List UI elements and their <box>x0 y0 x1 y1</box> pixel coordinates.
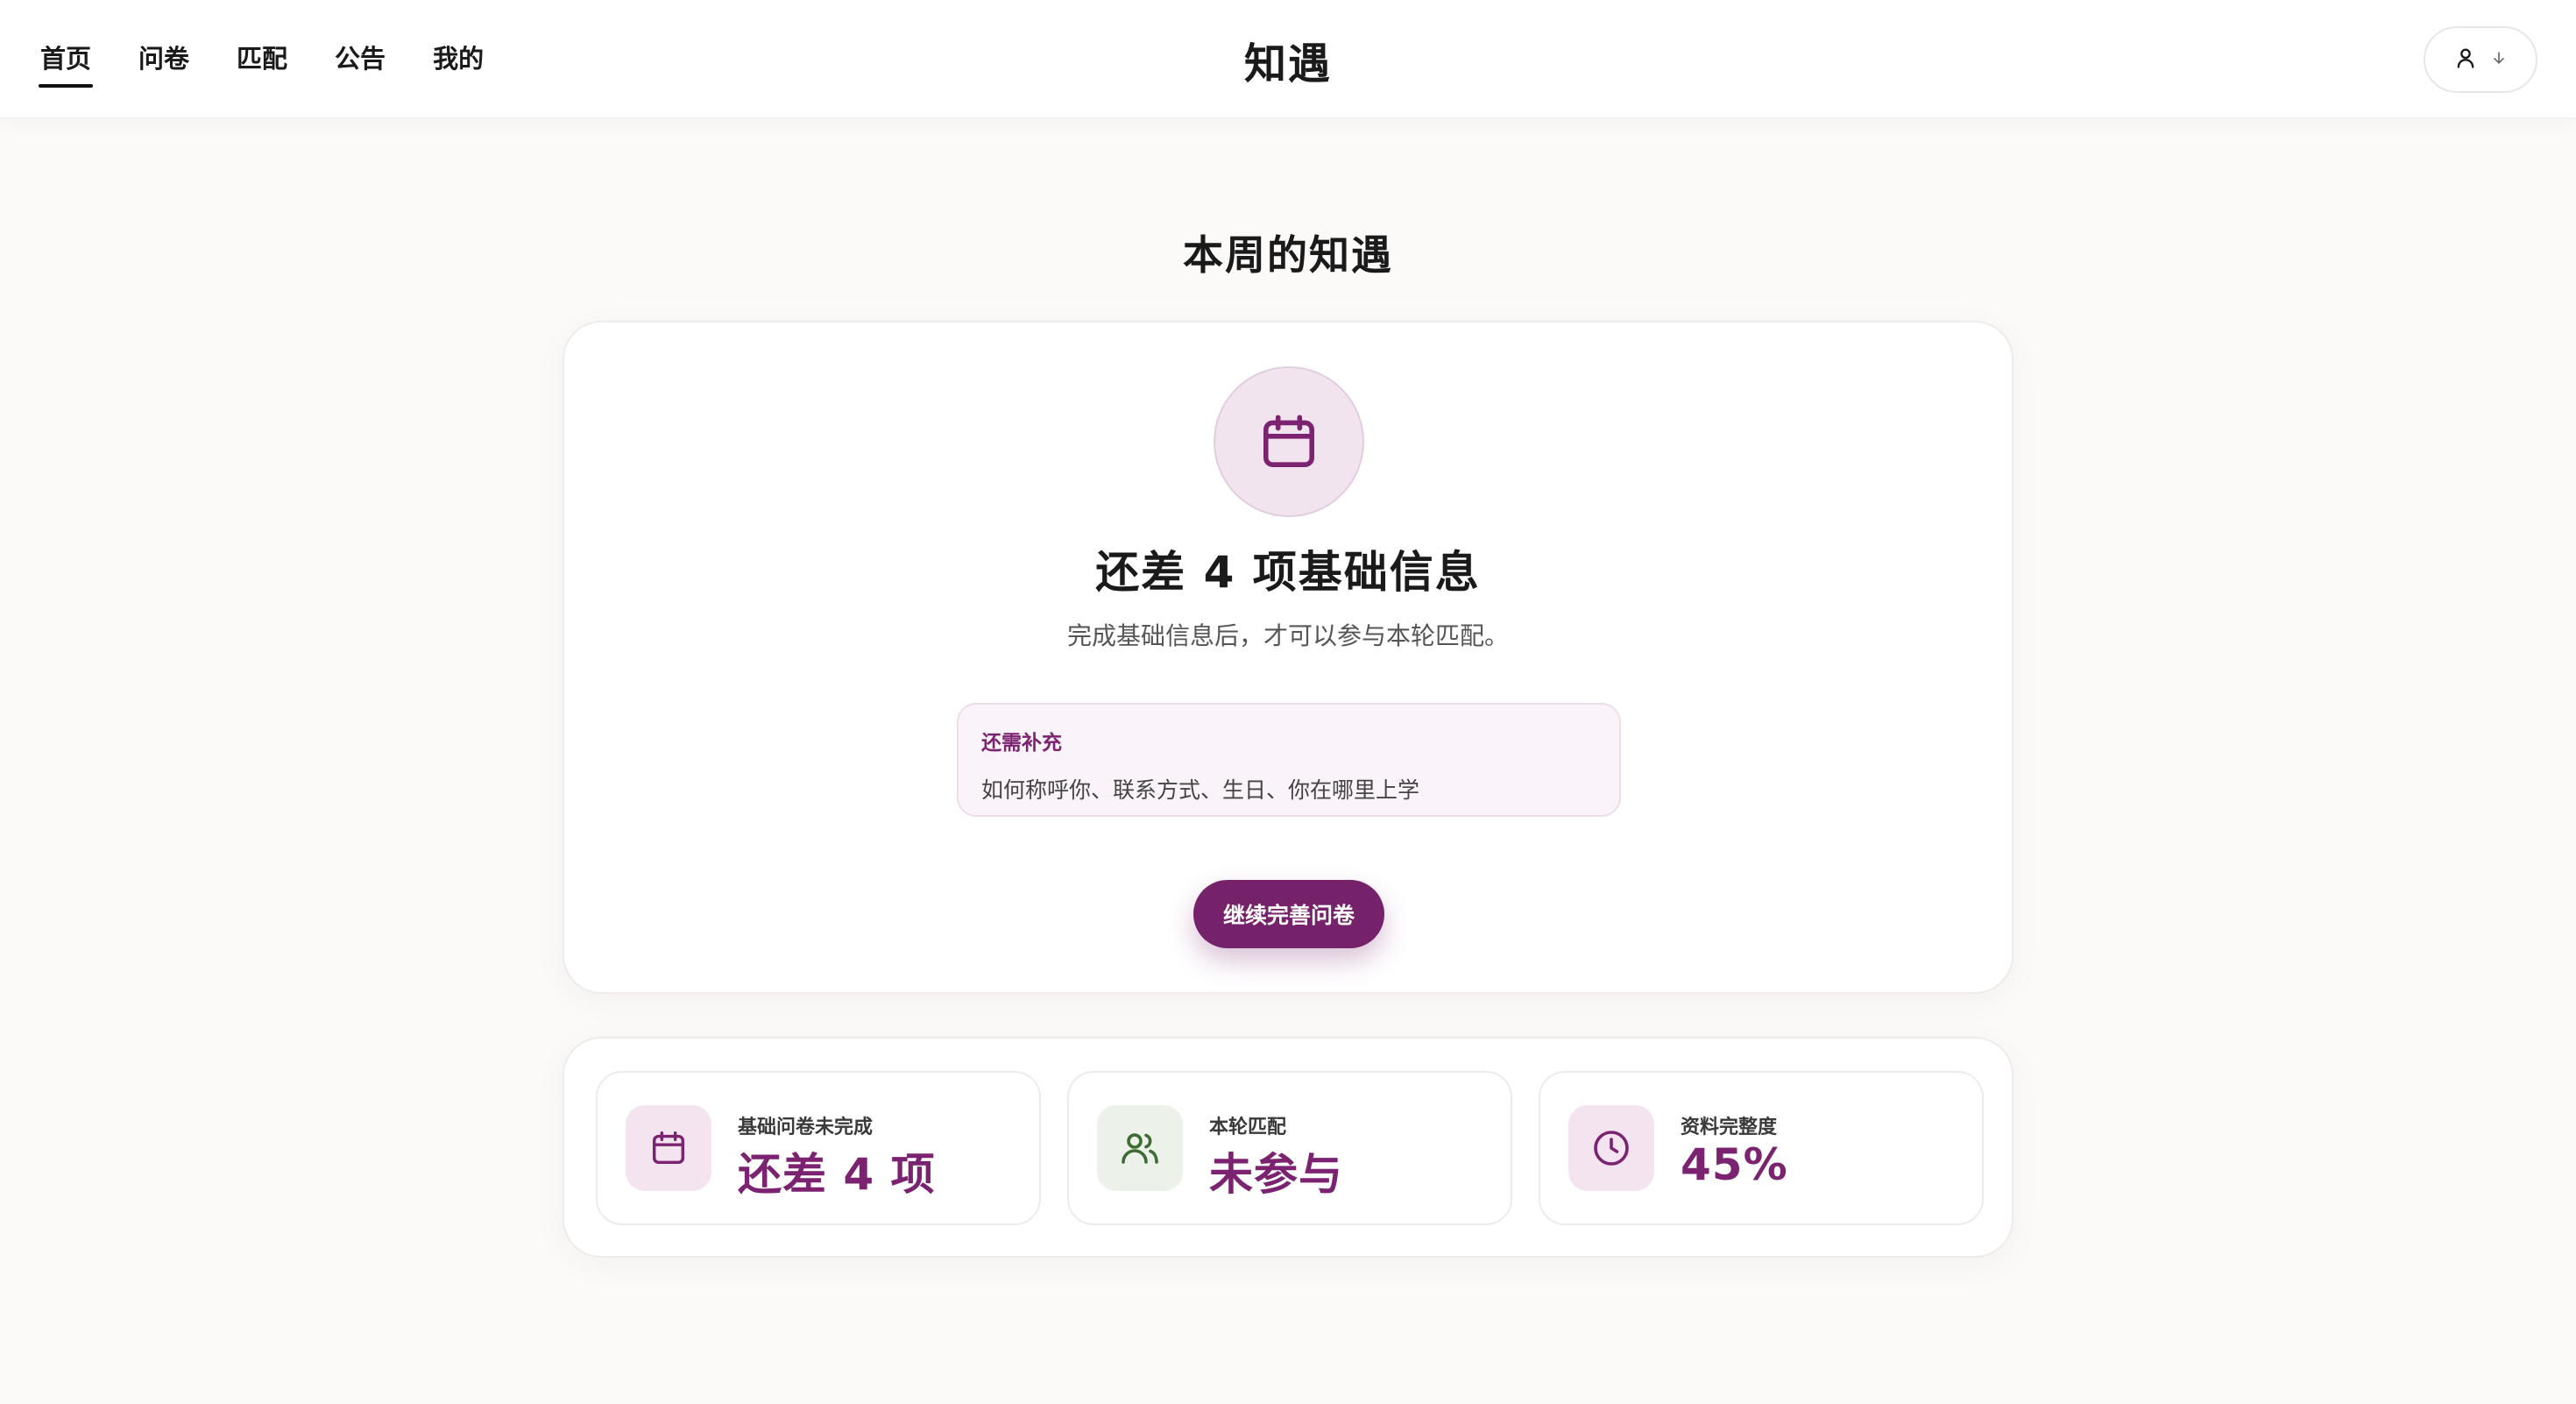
stat-profile-completeness: 资料完整度 45% <box>1539 1071 1984 1225</box>
missing-info-items: 如何称呼你、联系方式、生日、你在哪里上学 <box>981 777 1420 803</box>
top-header: 首页 问卷 匹配 公告 我的 知遇 <box>0 0 2576 118</box>
status-card: 还差 4 项基础信息 完成基础信息后，才可以参与本轮匹配。 还需补充 如何称呼你… <box>563 321 2013 994</box>
continue-questionnaire-button[interactable]: 继续完善问卷 <box>1193 880 1384 948</box>
calendar-icon <box>1214 366 1364 517</box>
users-icon <box>1097 1105 1183 1191</box>
missing-info-box: 还需补充 如何称呼你、联系方式、生日、你在哪里上学 <box>957 703 1621 817</box>
stat-value: 45% <box>1681 1139 1788 1190</box>
nav-item-questionnaire[interactable]: 问卷 <box>137 43 191 75</box>
stat-label: 基础问卷未完成 <box>738 1117 874 1138</box>
missing-info-label: 还需补充 <box>981 732 1062 755</box>
user-icon <box>2453 46 2478 74</box>
clock-icon <box>1568 1105 1654 1191</box>
card-title: 还差 4 项基础信息 <box>1095 547 1481 598</box>
nav-item-announcements[interactable]: 公告 <box>333 43 387 75</box>
main-nav: 首页 问卷 匹配 公告 我的 <box>39 0 529 118</box>
stat-match: 本轮匹配 未参与 <box>1067 1071 1512 1225</box>
stat-label: 本轮匹配 <box>1209 1117 1287 1138</box>
card-description: 完成基础信息后，才可以参与本轮匹配。 <box>1066 621 1509 650</box>
user-menu-button[interactable] <box>2424 26 2537 93</box>
stat-questionnaire: 基础问卷未完成 还差 4 项 <box>596 1071 1041 1225</box>
stat-label: 资料完整度 <box>1681 1117 1778 1138</box>
nav-item-home[interactable]: 首页 <box>39 43 94 88</box>
page-title: 本周的知遇 <box>1183 231 1393 279</box>
nav-item-profile[interactable]: 我的 <box>431 43 485 75</box>
stat-value: 未参与 <box>1209 1149 1343 1200</box>
calendar-icon <box>626 1105 711 1191</box>
stats-panel: 基础问卷未完成 还差 4 项 本轮匹配 未参与 资料完整度 45% <box>563 1037 2013 1258</box>
stat-value: 还差 4 项 <box>738 1149 936 1200</box>
arrow-down-icon <box>2490 49 2508 70</box>
nav-item-match[interactable]: 匹配 <box>235 43 289 75</box>
